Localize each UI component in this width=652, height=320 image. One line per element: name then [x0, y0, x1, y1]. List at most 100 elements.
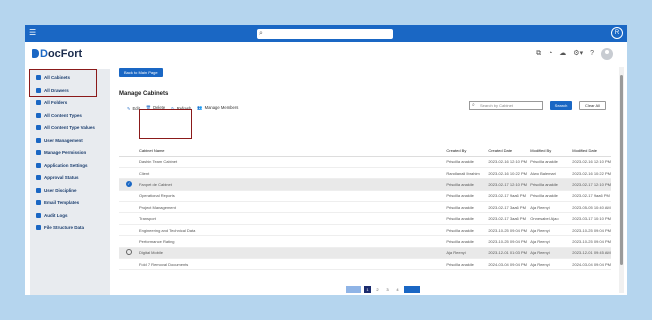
- cloud-icon[interactable]: ☁: [559, 50, 566, 58]
- sidebar-item-application-settings[interactable]: Application Settings: [30, 159, 110, 171]
- table-row[interactable]: Fold 7 Removal Documents Priscilla anakil…: [119, 258, 611, 271]
- cabinet-name-cell: Dashin Team Cabinet: [138, 156, 447, 168]
- column-header[interactable]: Cabinet Name: [138, 145, 447, 157]
- cabinet-search-input[interactable]: ⌕ Search by Cabinet: [469, 101, 543, 110]
- sidebar-item-all-folders[interactable]: All Folders: [30, 96, 110, 108]
- table-row[interactable]: Digital Mobile Aja Reenyi 2023-12-01 01:03…: [119, 247, 611, 260]
- next-page-button[interactable]: [404, 286, 420, 293]
- row-select[interactable]: [119, 224, 139, 237]
- clear-all-button[interactable]: Clear All: [579, 101, 606, 110]
- menu-icon[interactable]: ☰: [29, 29, 37, 37]
- created-date-cell: 2023-02-17 9aa6 PM: [488, 190, 531, 203]
- sidebar-item-approval-status[interactable]: Approval Status: [30, 171, 110, 183]
- global-search-input[interactable]: ⌕: [257, 29, 393, 39]
- created-by-cell: Priscilla anakile: [446, 156, 489, 168]
- row-select[interactable]: [119, 156, 139, 168]
- table-row[interactable]: Engineering and Technical Data Priscilla …: [119, 224, 611, 237]
- table-row[interactable]: Performance Rating Priscilla anakile 2023-…: [119, 235, 611, 248]
- table-row[interactable]: Transport Priscilla anakile 2023-02-17 3aa…: [119, 212, 611, 225]
- sidebar-item-email-templates[interactable]: Email Templates: [30, 196, 110, 208]
- page-title: Manage Cabinets: [119, 91, 169, 97]
- page-number[interactable]: 1: [364, 286, 371, 293]
- created-date-cell: 2024-03-04 09:04 PM: [488, 258, 531, 271]
- column-header[interactable]: Created Date: [488, 145, 531, 157]
- created-by-cell: Priscilla anakile: [446, 190, 489, 203]
- modified-by-cell: Aja Reenyi: [530, 201, 573, 214]
- modified-date-cell: 2023-03-17 10:10 PM: [572, 212, 611, 225]
- sidebar-item-label: All Folders: [44, 99, 68, 105]
- folder-icon: [36, 99, 41, 105]
- column-header[interactable]: Modified Date: [572, 145, 611, 157]
- row-select[interactable]: [119, 201, 139, 214]
- created-date-cell: 2023-02-17 12:10 PM: [488, 178, 531, 191]
- modified-by-cell: Aja Reenyi: [530, 235, 573, 248]
- sidebar-item-all-content-types[interactable]: All Content Types: [30, 109, 110, 121]
- table-row[interactable]: Operational Reports Priscilla anakile 2023…: [119, 190, 611, 203]
- logo-mark-icon: [32, 49, 39, 58]
- pencil-icon: ✎: [127, 105, 131, 111]
- page-scrollbar[interactable]: [619, 67, 624, 293]
- modified-date-cell: 2023-10-25 09:04 PM: [572, 235, 611, 248]
- page-number[interactable]: 2: [374, 286, 381, 293]
- table-row[interactable]: Dashin Team Cabinet Priscilla anakile 2023…: [119, 156, 611, 168]
- cabinet-name-cell: Fanpet de Cabinet: [138, 178, 447, 191]
- gear-icon[interactable]: ⚙▾: [573, 50, 583, 58]
- modified-by-cell: Aja Reenyi: [530, 224, 573, 237]
- row-select[interactable]: ✓: [119, 178, 139, 191]
- previous-page-button[interactable]: [346, 286, 361, 293]
- modified-date-cell: 2023-12-01 09:45 AM: [572, 247, 611, 260]
- row-select[interactable]: [119, 167, 139, 180]
- app-header: DocFort ⧉ ◔ ☁ ⚙▾ ?: [25, 42, 627, 65]
- manage-members-button[interactable]: 👥 Manage Members: [197, 105, 238, 111]
- sidebar-item-audit-logs[interactable]: Audit Logs: [30, 209, 110, 221]
- column-header[interactable]: Created By: [446, 145, 489, 157]
- main-content: Back to Main Page Manage Cabinets ✎ Edit …: [113, 65, 618, 295]
- row-select[interactable]: [119, 247, 139, 260]
- sidebar-item-label: User Discipline: [44, 187, 77, 193]
- row-select[interactable]: [119, 258, 139, 271]
- row-select[interactable]: [119, 212, 139, 225]
- modified-date-cell: 2023-05-05 10:40 AM: [572, 201, 611, 214]
- radio-icon[interactable]: [125, 249, 132, 256]
- page-number[interactable]: 4: [394, 286, 401, 293]
- top-avatar[interactable]: R: [611, 27, 623, 39]
- modified-date-cell: 2023-02-17 9aa6 PM: [572, 190, 611, 203]
- cabinet-name-cell: Client: [138, 167, 447, 180]
- help-icon[interactable]: ?: [590, 50, 594, 58]
- user-avatar[interactable]: [601, 48, 613, 60]
- created-date-cell: 2023-02-17 3aa6 PM: [488, 201, 531, 214]
- cabinet-name-cell: Engineering and Technical Data: [138, 224, 447, 237]
- sidebar-item-content-type-values[interactable]: All Content Type Values: [30, 121, 110, 133]
- modified-by-cell: Onnesabel Ajao: [530, 212, 573, 225]
- checkmark-icon[interactable]: ✓: [125, 181, 132, 188]
- settings-icon: [36, 162, 41, 168]
- sidebar-item-label: Approval Status: [44, 174, 79, 180]
- sidebar-item-user-discipline[interactable]: User Discipline: [30, 184, 110, 196]
- search-button[interactable]: Search: [550, 101, 572, 110]
- table-row[interactable]: Project Management Priscilla anakile 2023-…: [119, 201, 611, 214]
- page-number[interactable]: 3: [384, 286, 391, 293]
- toolbar-highlight-box: [139, 109, 192, 139]
- created-by-cell: Priscilla anakile: [446, 201, 489, 214]
- modified-date-cell: 2023-02-17 12:10 PM: [572, 178, 611, 191]
- created-date-cell: 2023-02-16 10:22 PM: [488, 167, 531, 180]
- bell-icon[interactable]: ◔: [548, 50, 552, 58]
- sidebar-item-manage-permission[interactable]: Manage Permission: [30, 146, 110, 158]
- row-select[interactable]: [119, 190, 139, 203]
- sidebar-item-user-management[interactable]: User Management: [30, 134, 110, 146]
- scrollbar-thumb[interactable]: [620, 75, 623, 265]
- edit-button[interactable]: ✎ Edit: [127, 106, 140, 111]
- sidebar-item-file-structure-data[interactable]: File Structure Data: [30, 221, 110, 233]
- table-row[interactable]: Client Randlanali Ibrahim 2023-02-16 10:22…: [119, 167, 611, 180]
- row-select[interactable]: [119, 235, 139, 248]
- log-icon: [36, 212, 41, 218]
- copy-icon[interactable]: ⧉: [536, 50, 541, 58]
- table-row[interactable]: ✓ Fanpet de Cabinet Priscilla anakile 2023-…: [119, 178, 611, 191]
- column-header[interactable]: Modified By: [530, 145, 573, 157]
- header-icons: ⧉ ◔ ☁ ⚙▾ ?: [536, 48, 613, 60]
- sidebar-highlight-box: [29, 69, 97, 97]
- cabinet-name-cell: Digital Mobile: [138, 247, 447, 260]
- back-to-main-button[interactable]: Back to Main Page: [119, 68, 163, 77]
- modified-by-cell: Alwo Balemari: [530, 167, 573, 180]
- modified-date-cell: 2023-02-16 12:10 PM: [572, 156, 611, 168]
